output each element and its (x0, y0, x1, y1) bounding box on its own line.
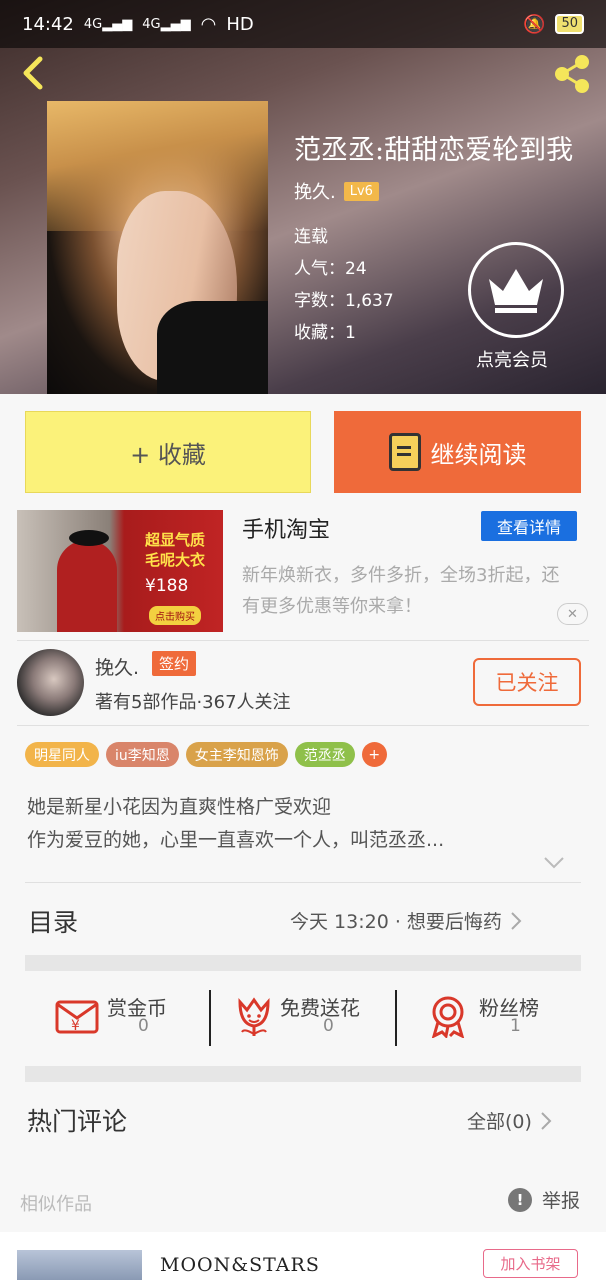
chevron-right-icon (541, 1111, 552, 1130)
vip-crown-button[interactable] (468, 242, 564, 338)
report-button[interactable]: ! 举报 (508, 1186, 580, 1213)
synopsis-line: 她是新星小花因为直爽性格广受欢迎 (27, 796, 332, 818)
stat-label: 免费送花 (280, 996, 360, 1020)
signed-badge: 签约 (152, 651, 197, 676)
signal-icon: 4G▂▄▆ (83, 16, 133, 32)
tag[interactable]: 女主李知恩饰 (185, 742, 288, 767)
stat-label: 赏金币 (107, 996, 167, 1020)
tag-list: 明星同人 iu李知恩 女主李知恩饰 范丞丞 + (25, 742, 387, 767)
stat-label: 粉丝榜 (479, 996, 539, 1020)
status-bar: 14:42 4G▂▄▆ 4G▂▄▆ ◠ HD 🔕 50 (0, 0, 606, 48)
mute-icon: 🔕 (523, 13, 546, 35)
ad-detail-button[interactable]: 查看详情 (481, 511, 577, 541)
book-popularity: 人气：24 (294, 259, 367, 279)
level-badge: Lv6 (343, 181, 379, 201)
signal-icon: 4G▂▄▆ (142, 16, 191, 32)
report-label: 举报 (542, 1190, 581, 1212)
all-comments-link[interactable]: 全部(0) (467, 1107, 552, 1134)
ad-description: 新年焕新衣，多件多折，全场3折起，还有更多优惠等你来拿！ (242, 565, 560, 617)
follow-button[interactable]: 已关注 (473, 658, 581, 706)
wifi-icon: ◠ (200, 13, 217, 35)
book-header: 14:42 4G▂▄▆ 4G▂▄▆ ◠ HD 🔕 50 范丞丞:甜甜恋爱轮到我 … (0, 0, 606, 394)
similar-works-label: 相似作品 (20, 1194, 92, 1215)
latest-chapter-text: 今天 13:20 · 想要后悔药 (290, 911, 502, 933)
book-word-count: 字数：1,637 (294, 291, 394, 311)
hd-label: HD (226, 13, 254, 35)
similar-book-cover[interactable] (17, 1250, 142, 1280)
similar-book-title[interactable]: MOON&STARS (160, 1254, 320, 1276)
red-envelope-icon: ¥ (55, 1000, 99, 1034)
continue-reading-label: 继续阅读 (430, 440, 527, 469)
battery-icon: 50 (555, 14, 584, 34)
collect-button[interactable]: + 收藏 (25, 411, 311, 493)
tag[interactable]: 范丞丞 (294, 742, 355, 767)
ad-image[interactable]: 超显气质毛呢大衣 ¥188 点击购买 (17, 510, 223, 632)
reward-coin-button[interactable]: ¥ 赏金币 0 (53, 990, 239, 1048)
continue-reading-button[interactable]: 继续阅读 (334, 411, 581, 493)
warning-icon: ! (508, 1187, 532, 1212)
synopsis[interactable]: 她是新星小花因为直爽性格广受欢迎 作为爱豆的她，心里一直喜欢一个人，叫范丞丞..… (27, 791, 444, 857)
status-time: 14:42 (22, 13, 74, 35)
chevron-right-icon (511, 911, 522, 930)
stat-value: 1 (510, 1016, 521, 1036)
vip-label[interactable]: 点亮会员 (476, 346, 548, 372)
crown-icon (489, 269, 543, 313)
hot-comments-label: 热门评论 (27, 1107, 128, 1136)
book-author-row: 挽久. Lv6 (294, 178, 379, 204)
book-status: 连载 (294, 227, 328, 247)
toc-latest-chapter[interactable]: 今天 13:20 · 想要后悔药 (290, 907, 522, 934)
flower-icon (238, 997, 270, 1036)
book-icon (388, 433, 421, 471)
book-author[interactable]: 挽久. (294, 178, 336, 204)
synopsis-line: 作为爱豆的她，心里一直喜欢一个人，叫范丞丞... (27, 829, 445, 851)
send-flower-button[interactable]: 免费送花 0 (230, 990, 416, 1048)
all-comments-label: 全部(0) (467, 1111, 532, 1133)
add-tag-button[interactable]: + (361, 742, 387, 767)
tag[interactable]: 明星同人 (25, 742, 99, 767)
medal-icon (431, 996, 465, 1038)
ad-title[interactable]: 手机淘宝 (242, 512, 330, 544)
author-stats: 著有5部作品·367人关注 (95, 692, 291, 713)
author-avatar[interactable] (17, 649, 84, 716)
book-favorites: 收藏：1 (294, 323, 356, 343)
author-name[interactable]: 挽久. (95, 653, 139, 680)
stat-value: 0 (323, 1016, 334, 1036)
book-cover-image (47, 101, 268, 394)
stat-value: 0 (138, 1016, 149, 1036)
add-to-shelf-button[interactable]: 加入书架 (483, 1249, 578, 1278)
share-icon[interactable] (550, 52, 594, 96)
toc-label[interactable]: 目录 (28, 903, 78, 939)
ad-close-button[interactable]: ✕ (557, 603, 588, 625)
fan-ranking-button[interactable]: 粉丝榜 1 (424, 990, 606, 1048)
tag[interactable]: iu李知恩 (106, 742, 179, 767)
back-arrow-icon[interactable] (18, 55, 50, 91)
chevron-down-icon[interactable] (543, 856, 565, 870)
svg-text:¥: ¥ (71, 1018, 80, 1034)
book-detail-page: 14:42 4G▂▄▆ 4G▂▄▆ ◠ HD 🔕 50 范丞丞:甜甜恋爱轮到我 … (0, 0, 606, 1280)
book-title: 范丞丞:甜甜恋爱轮到我 (294, 135, 574, 166)
